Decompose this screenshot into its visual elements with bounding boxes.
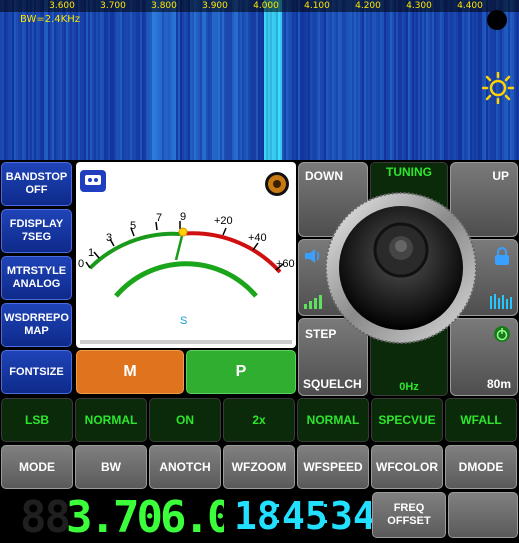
status-lsb-button[interactable]: LSB bbox=[1, 398, 73, 442]
freq-tick-label: 3.600 bbox=[49, 1, 75, 11]
band-label: 80m bbox=[486, 377, 511, 391]
wfspeed-button[interactable]: WFSPEED bbox=[297, 445, 369, 489]
app-logo-icon bbox=[80, 170, 106, 192]
scale-label-5: 5 bbox=[130, 220, 137, 232]
clock-seconds: 34 bbox=[330, 494, 376, 538]
status-specvue-button[interactable]: SPECVUE bbox=[371, 398, 443, 442]
down-label: DOWN bbox=[305, 169, 343, 183]
s-meter: 0 1 3 5 7 9 +20 +40 +60 S bbox=[76, 162, 296, 348]
speaker-icon bbox=[265, 172, 289, 196]
squelch-label: SQUELCH bbox=[303, 377, 362, 391]
mode-button[interactable]: MODE bbox=[1, 445, 73, 489]
clock-display: 18 45 34 bbox=[224, 492, 376, 538]
anotch-button[interactable]: ANOTCH bbox=[149, 445, 221, 489]
memory-p-button[interactable]: P bbox=[186, 350, 296, 394]
tuning-label: TUNING bbox=[386, 165, 432, 179]
meter-style-button[interactable]: MTRSTYLE ANALOG bbox=[1, 256, 72, 300]
freq-tick-label: 4.400 bbox=[457, 1, 483, 11]
signal-bars-icon bbox=[490, 294, 512, 309]
freq-tick-label: 3.800 bbox=[151, 1, 177, 11]
volume-speaker-icon bbox=[305, 249, 320, 263]
freq-offset-button[interactable]: FREQ OFFSET bbox=[372, 492, 446, 538]
volume-bars-icon bbox=[304, 295, 322, 309]
scale-label-plus40: +40 bbox=[248, 232, 267, 244]
status-2x-button[interactable]: 2x bbox=[223, 398, 295, 442]
fdisplay-button[interactable]: FDISPLAY 7SEG bbox=[1, 209, 72, 253]
status-normal-button[interactable]: NORMAL bbox=[297, 398, 369, 442]
scale-label-7: 7 bbox=[156, 212, 163, 224]
bandstop-button[interactable]: BANDSTOP OFF bbox=[1, 162, 72, 206]
scale-label-3: 3 bbox=[106, 232, 113, 244]
record-indicator[interactable] bbox=[487, 10, 507, 30]
scale-label-plus60: +60 bbox=[276, 258, 295, 270]
freq-tick-label: 4.000 bbox=[253, 1, 279, 11]
wsdr-report-button[interactable]: WSDRREPO MAP bbox=[1, 303, 72, 347]
status-wfall-button[interactable]: WFALL bbox=[445, 398, 517, 442]
frequency-display[interactable]: 88 3.706.000 bbox=[0, 492, 280, 543]
lock-icon bbox=[495, 247, 509, 265]
freq-tick-label: 4.300 bbox=[406, 1, 432, 11]
power-icon bbox=[494, 326, 510, 342]
dmode-button[interactable]: DMODE bbox=[445, 445, 517, 489]
blank-button[interactable] bbox=[448, 492, 518, 538]
offset-value: 0Hz bbox=[399, 381, 419, 393]
bw-button[interactable]: BW bbox=[75, 445, 147, 489]
brightness-sun-icon[interactable] bbox=[482, 72, 514, 104]
freq-tick-label: 4.100 bbox=[304, 1, 330, 11]
bandwidth-label: BW=2.4KHz bbox=[20, 14, 80, 25]
fontsize-button[interactable]: FONTSIZE bbox=[1, 350, 72, 394]
waterfall-display[interactable]: 3.600 3.700 3.800 3.900 4.000 4.100 4.200 4.300… bbox=[0, 0, 519, 160]
s-unit-label: S bbox=[180, 315, 188, 327]
scale-label-plus20: +20 bbox=[214, 215, 233, 227]
freq-tick-label: 4.200 bbox=[355, 1, 381, 11]
up-label: UP bbox=[492, 169, 509, 183]
scale-label-1: 1 bbox=[88, 247, 95, 259]
clock-minutes: 45 bbox=[282, 494, 328, 538]
frequency-ghost: 88 bbox=[20, 492, 71, 543]
clock-hours: 18 bbox=[234, 494, 280, 538]
tuning-knob[interactable] bbox=[325, 192, 477, 344]
status-on-button[interactable]: ON bbox=[149, 398, 221, 442]
wfzoom-button[interactable]: WFZOOM bbox=[223, 445, 295, 489]
scale-label-0: 0 bbox=[78, 258, 85, 270]
freq-tick-label: 3.700 bbox=[100, 1, 126, 11]
freq-tick-label: 3.900 bbox=[202, 1, 228, 11]
status-normal-button[interactable]: NORMAL bbox=[75, 398, 147, 442]
memory-m-button[interactable]: M bbox=[76, 350, 184, 394]
wfcolor-button[interactable]: WFCOLOR bbox=[371, 445, 443, 489]
scale-label-9: 9 bbox=[180, 211, 187, 223]
